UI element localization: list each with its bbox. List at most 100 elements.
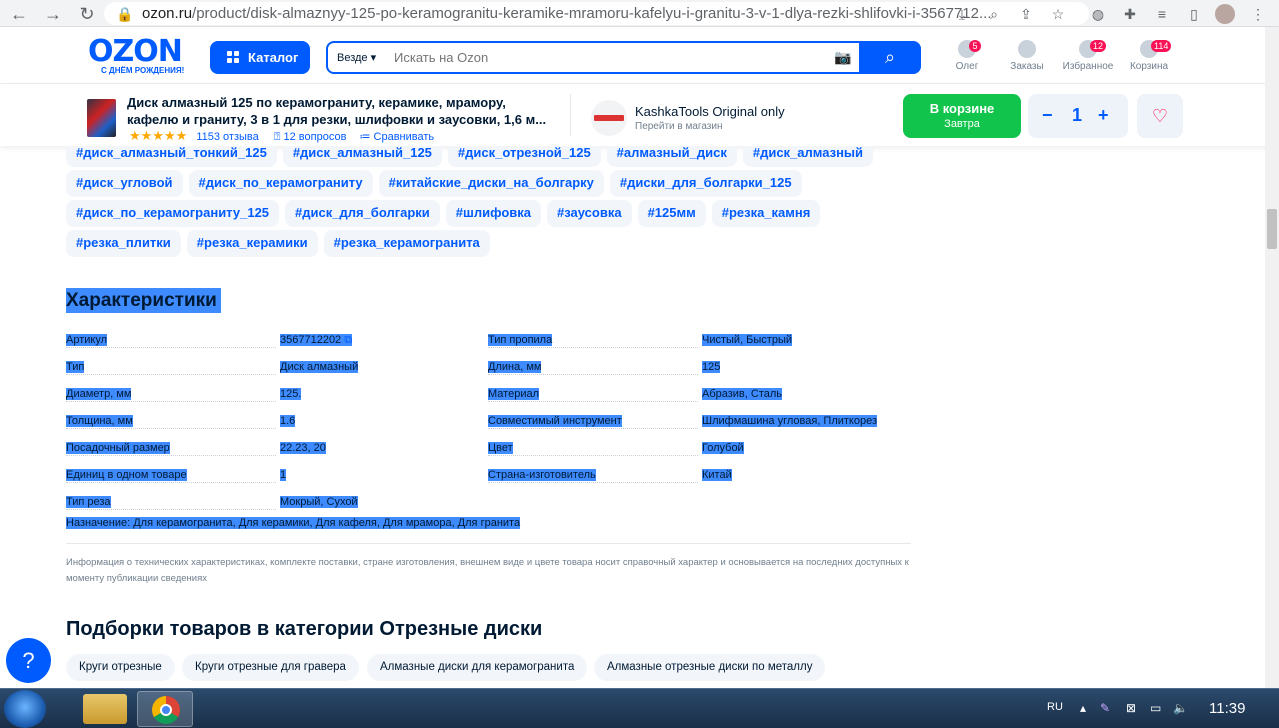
questions-link[interactable]: ⍰ 12 вопросов	[274, 131, 347, 143]
back-icon[interactable]: ←	[8, 3, 30, 25]
volume-icon[interactable]: 🔈	[1173, 701, 1188, 715]
characteristic-value-text: Диск алмазный	[280, 361, 359, 373]
header-profile[interactable]: 5 Олег	[937, 40, 997, 72]
hashtag-link[interactable]: #диск_алмазный_тонкий_125	[66, 146, 277, 167]
hashtag-link[interactable]: #диск_для_болгарки	[285, 200, 440, 227]
hashtag-link[interactable]: #шлифовка	[445, 200, 541, 227]
chrome-taskbar-button[interactable]	[137, 691, 193, 727]
characteristic-key: Посадочный размер	[66, 441, 276, 456]
characteristic-key-text: Совместимый инструмент	[488, 415, 622, 427]
camera-icon[interactable]: 📷	[834, 49, 851, 66]
star-icon[interactable]: ☆	[1047, 3, 1069, 25]
hashtag-link[interactable]: #диск_алмазный_125	[282, 146, 442, 167]
share-icon[interactable]: ⇪	[1015, 3, 1037, 25]
hashtag-link[interactable]: #алмазный_диск	[606, 146, 737, 167]
seller-store-link[interactable]: Перейти в магазин	[635, 121, 723, 132]
battery-icon[interactable]: ▭	[1150, 701, 1161, 715]
extensions-icon[interactable]: ✚	[1119, 3, 1141, 25]
help-button[interactable]: ?	[6, 638, 51, 683]
catalog-button[interactable]: Каталог	[210, 41, 310, 74]
reload-icon[interactable]: ↻	[76, 3, 98, 25]
hashtag-link[interactable]: #диски_для_болгарки_125	[609, 170, 802, 197]
collection-chip[interactable]: Алмазные отрезные диски по металлу	[594, 654, 826, 681]
characteristic-row: Единиц в одном товаре 1	[66, 468, 486, 483]
characteristic-value-text: Голубой	[702, 442, 744, 454]
hashtag-link[interactable]: #резка_керамики	[186, 230, 318, 257]
scrollbar-thumb[interactable]	[1267, 209, 1277, 249]
start-button[interactable]	[4, 690, 46, 728]
copy-icon[interactable]: ⧉	[341, 334, 353, 346]
minus-icon[interactable]: −	[1042, 105, 1053, 126]
hashtag-link[interactable]: #резка_камня	[711, 200, 821, 227]
characteristic-key-text: Цвет	[488, 442, 513, 454]
characteristic-row: Диаметр, мм 125.	[66, 387, 486, 402]
windows-taskbar: RU ▴ ✎ ⊠ ▭ 🔈 11:39	[0, 688, 1279, 728]
forward-icon[interactable]: →	[42, 3, 64, 25]
characteristic-key-text: Страна-изготовитель	[488, 469, 596, 481]
compare-link[interactable]: ≔ Сравнивать	[359, 131, 434, 143]
characteristic-row: Посадочный размер 22.23, 20	[66, 441, 486, 456]
menu-icon[interactable]: ⋮	[1247, 3, 1269, 25]
hashtag-link[interactable]: #резка_керамогранита	[323, 230, 490, 257]
install-icon[interactable]: ⤓	[951, 3, 973, 25]
url-text[interactable]: ozon.ru/product/disk-almaznyy-125-po-ker…	[142, 5, 992, 22]
network-icon[interactable]: ⊠	[1126, 701, 1136, 715]
favorite-button[interactable]: ♡	[1137, 94, 1183, 138]
clock[interactable]: 11:39	[1209, 700, 1245, 717]
collection-chip[interactable]: Круги отрезные	[66, 654, 175, 681]
header-favorites[interactable]: 12 Избранное	[1058, 40, 1118, 72]
hashtag-link[interactable]: #диск_отрезной_125	[447, 146, 601, 167]
hashtag-link[interactable]: #диск_угловой	[66, 170, 183, 197]
characteristic-value-text: Мокрый, Сухой	[280, 496, 358, 508]
tray-expand-icon[interactable]: ▴	[1080, 701, 1086, 715]
collection-chip[interactable]: Алмазные диски для керамогранита	[367, 654, 588, 681]
plus-icon[interactable]: +	[1098, 105, 1109, 126]
characteristic-row: Длина, мм 125	[488, 360, 908, 375]
characteristic-key: Диаметр, мм	[66, 387, 276, 402]
explorer-icon[interactable]	[83, 694, 127, 724]
characteristic-key: Тип реза	[66, 495, 276, 510]
characteristic-value: 1.6	[280, 414, 296, 428]
product-thumbnail[interactable]	[87, 99, 116, 137]
url-path: /product/disk-almaznyy-125-po-keramogran…	[192, 5, 992, 22]
collection-chip[interactable]: Круги отрезные для гравера	[182, 654, 359, 681]
characteristic-value-text: Китай	[702, 469, 732, 481]
zoom-icon[interactable]: ⌕	[983, 3, 1005, 25]
hashtag-link[interactable]: #диск_по_керамограниту	[188, 170, 373, 197]
characteristic-row: Совместимый инструмент Шлифмашина угловая…	[488, 414, 908, 429]
seller-name[interactable]: KashkaTools Original only	[635, 104, 785, 119]
media-icon[interactable]: ≡	[1151, 3, 1173, 25]
characteristic-value: Китай	[702, 468, 732, 482]
characteristic-value: 125	[702, 360, 721, 374]
characteristic-key-text: Артикул	[66, 334, 108, 346]
seller-logo[interactable]	[591, 100, 627, 136]
extension-globe-icon[interactable]: ◍	[1087, 3, 1109, 25]
search-input[interactable]	[394, 44, 824, 71]
characteristic-value-text: 1	[280, 469, 287, 481]
characteristic-key-text: Длина, мм	[488, 361, 542, 373]
ozon-logo[interactable]: OZON	[88, 36, 183, 68]
sidepanel-icon[interactable]: ▯	[1183, 3, 1205, 25]
pen-icon[interactable]: ✎	[1100, 701, 1110, 715]
lock-icon[interactable]: 🔒	[114, 3, 136, 25]
in-cart-button[interactable]: В корзине Завтра	[903, 94, 1021, 138]
characteristic-key: Страна-изготовитель	[488, 468, 698, 483]
search-button[interactable]: ⌕	[859, 41, 921, 74]
hashtag-link[interactable]: #заусовка	[547, 200, 632, 227]
header-cart[interactable]: 114 Корзина	[1119, 40, 1179, 72]
page-scrollbar[interactable]	[1265, 27, 1279, 688]
profile-avatar[interactable]	[1215, 4, 1235, 24]
site-header: OZON С ДНЁМ РОЖДЕНИЯ! Каталог Везде ▾ 📷 …	[0, 27, 1279, 84]
hashtag-link[interactable]: #диск_алмазный	[742, 146, 874, 167]
hashtag-link[interactable]: #резка_плитки	[66, 230, 181, 257]
header-orders[interactable]: Заказы	[997, 40, 1057, 72]
hashtag-link[interactable]: #китайские_диски_на_болгарку	[378, 170, 604, 197]
purpose-row: Назначение: Для керамогранита, Для керам…	[66, 516, 521, 530]
reviews-link[interactable]: 1153 отзыва	[196, 131, 258, 143]
rating-stars: ★★★★★	[129, 128, 188, 143]
language-indicator[interactable]: RU	[1047, 701, 1063, 713]
search-scope-dropdown[interactable]: Везде ▾	[337, 51, 376, 64]
hashtag-link[interactable]: #125мм	[637, 200, 706, 227]
purpose-text: Назначение: Для керамогранита, Для керам…	[66, 517, 521, 529]
hashtag-link[interactable]: #диск_по_керамограниту_125	[66, 200, 280, 227]
